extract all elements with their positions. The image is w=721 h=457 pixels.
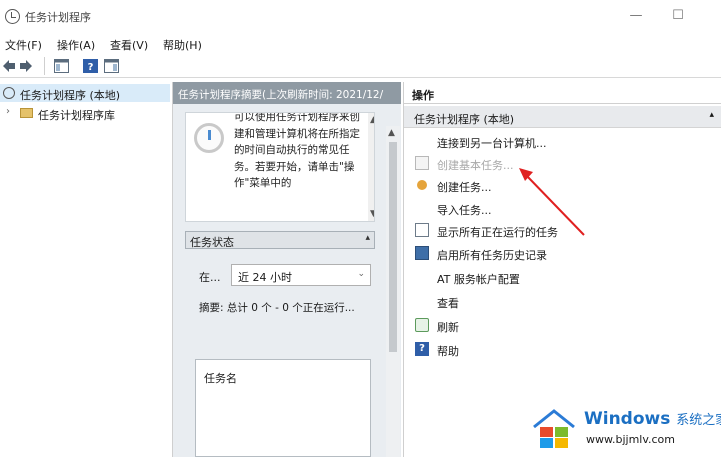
- maximize-button[interactable]: ☐: [668, 6, 688, 26]
- action-at-service-account-config[interactable]: AT 服务帐户配置: [404, 266, 721, 288]
- action-label: 创建任务...: [437, 181, 492, 194]
- show-hide-tree-icon[interactable]: [54, 59, 69, 73]
- chevron-right-icon[interactable]: ›: [6, 106, 10, 117]
- help-icon: ?: [415, 342, 429, 356]
- action-label: 显示所有正在运行的任务: [437, 226, 558, 239]
- collapse-icon[interactable]: ▴: [365, 233, 370, 243]
- column-header-task-name[interactable]: 任务名: [204, 370, 237, 386]
- action-label: AT 服务帐户配置: [437, 273, 520, 286]
- chevron-down-icon[interactable]: ▼: [370, 209, 374, 219]
- action-refresh[interactable]: 刷新: [404, 314, 721, 336]
- action-help[interactable]: ? 帮助: [404, 338, 721, 360]
- watermark: Windows 系统之家 www.bjjmlv.com: [530, 405, 721, 455]
- task-list[interactable]: 任务名: [195, 359, 371, 457]
- svg-text:?: ?: [88, 62, 94, 73]
- watermark-brand-en: Windows: [584, 409, 671, 429]
- watermark-url: www.bjjmlv.com: [586, 433, 675, 446]
- actions-group-label: 任务计划程序 (本地): [414, 113, 515, 126]
- task-status-section-header[interactable]: 任务状态 ▴: [185, 231, 375, 249]
- chevron-down-icon: ⌄: [357, 269, 365, 279]
- tree-item-task-scheduler-local[interactable]: 任务计划程序 (本地): [0, 84, 170, 102]
- action-label: 创建基本任务...: [437, 159, 514, 172]
- toolbar-separator: [44, 57, 45, 75]
- title-bar: 任务计划程序 — ☐: [0, 0, 721, 34]
- status-period-label: 在...: [199, 271, 221, 284]
- menu-bar: 文件(F) 操作(A) 查看(V) 帮助(H): [0, 34, 721, 54]
- tree-item-task-scheduler-library[interactable]: › 任务计划程序库: [0, 104, 170, 122]
- tree-item-label: 任务计划程序 (本地): [20, 89, 121, 102]
- description-scrollbar[interactable]: ▲ ▼: [368, 113, 374, 221]
- tree-item-label: 任务计划程序库: [38, 109, 115, 122]
- actions-pane: 操作 任务计划程序 (本地) ▴ 连接到另一台计算机... 创建基本任务... …: [403, 82, 721, 457]
- minimize-button[interactable]: —: [626, 6, 646, 26]
- action-create-basic-task[interactable]: 创建基本任务...: [404, 152, 721, 174]
- summary-header: 任务计划程序摘要(上次刷新时间: 2021/12/: [173, 82, 401, 104]
- actions-group-header[interactable]: 任务计划程序 (本地) ▴: [404, 106, 721, 128]
- scrollbar-thumb[interactable]: [389, 142, 397, 352]
- summary-panel: 任务计划程序摘要(上次刷新时间: 2021/12/ 可以使用任务计划程序来创建和…: [172, 82, 401, 457]
- clock-icon: [194, 123, 224, 153]
- gear-icon: [417, 180, 427, 190]
- actions-pane-title: 操作: [404, 82, 721, 104]
- watermark-brand-cn: 系统之家: [676, 413, 721, 428]
- chevron-up-icon[interactable]: ▲: [370, 115, 374, 125]
- summary-scrollbar[interactable]: ▲: [386, 126, 400, 457]
- menu-file[interactable]: 文件(F): [5, 37, 42, 53]
- action-show-running-tasks[interactable]: 显示所有正在运行的任务: [404, 219, 721, 241]
- summary-body: 可以使用任务计划程序来创建和管理计算机将在所指定的时间自动执行的常见任务。若要开…: [173, 104, 401, 457]
- action-label: 导入任务...: [437, 204, 492, 217]
- action-label: 启用所有任务历史记录: [437, 249, 547, 262]
- description-box: 可以使用任务计划程序来创建和管理计算机将在所指定的时间自动执行的常见任务。若要开…: [185, 112, 375, 222]
- action-view[interactable]: 查看: [404, 290, 721, 312]
- show-hide-action-pane-icon[interactable]: [104, 59, 119, 73]
- navigation-tree: 任务计划程序 (本地) › 任务计划程序库: [0, 82, 170, 457]
- select-value: 近 24 小时: [238, 271, 292, 284]
- action-label: 刷新: [437, 321, 459, 334]
- description-text: 可以使用任务计划程序来创建和管理计算机将在所指定的时间自动执行的常见任务。若要开…: [234, 112, 360, 189]
- list-icon: [415, 223, 429, 237]
- folder-icon: [20, 108, 33, 118]
- collapse-icon[interactable]: ▴: [709, 110, 714, 120]
- status-summary: 摘要: 总计 0 个 - 0 个正在运行...: [199, 302, 355, 314]
- actions-title-label: 操作: [412, 89, 434, 102]
- status-period-select[interactable]: 近 24 小时 ⌄: [231, 264, 371, 286]
- action-create-task[interactable]: 创建任务...: [404, 174, 721, 196]
- action-label: 连接到另一台计算机...: [437, 137, 547, 150]
- chevron-up-icon[interactable]: ▲: [388, 128, 395, 138]
- menu-action[interactable]: 操作(A): [57, 37, 95, 53]
- toolbar: ?: [0, 54, 721, 78]
- section-label: 任务状态: [190, 236, 234, 249]
- clock-icon: [3, 87, 15, 99]
- action-import-task[interactable]: 导入任务...: [404, 197, 721, 219]
- action-connect-another-computer[interactable]: 连接到另一台计算机...: [404, 130, 721, 152]
- refresh-icon: [415, 318, 429, 332]
- forward-arrow-icon[interactable]: [19, 58, 33, 74]
- calendar-icon: [415, 156, 429, 170]
- action-label: 帮助: [437, 345, 459, 358]
- menu-view[interactable]: 查看(V): [110, 37, 148, 53]
- window-title: 任务计划程序: [25, 11, 91, 24]
- action-label: 查看: [437, 297, 459, 310]
- watermark-brand: Windows 系统之家: [584, 409, 721, 429]
- windows-house-logo-icon: [533, 409, 575, 448]
- help-toolbar-icon[interactable]: ?: [83, 59, 98, 73]
- back-arrow-icon[interactable]: [2, 58, 16, 74]
- menu-help[interactable]: 帮助(H): [163, 37, 202, 53]
- log-icon: [415, 246, 429, 260]
- task-scheduler-app-icon: [5, 9, 20, 24]
- action-enable-task-history[interactable]: 启用所有任务历史记录: [404, 242, 721, 264]
